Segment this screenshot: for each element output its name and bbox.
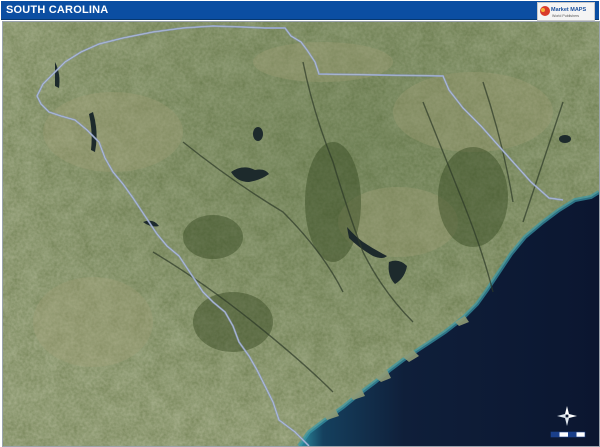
logo-main-text: Market MAPS — [551, 7, 586, 13]
title-bar: SOUTH CAROLINA Market MAPS World Publish… — [1, 1, 599, 21]
publisher-logo: Market MAPS World Publishers — [537, 2, 595, 21]
scale-bar-icon — [550, 431, 586, 438]
logo-sub-text: World Publishers — [552, 14, 579, 18]
satellite-map[interactable] — [2, 21, 600, 447]
page-title: SOUTH CAROLINA — [6, 4, 109, 16]
map-frame: SOUTH CAROLINA Market MAPS World Publish… — [0, 0, 600, 447]
